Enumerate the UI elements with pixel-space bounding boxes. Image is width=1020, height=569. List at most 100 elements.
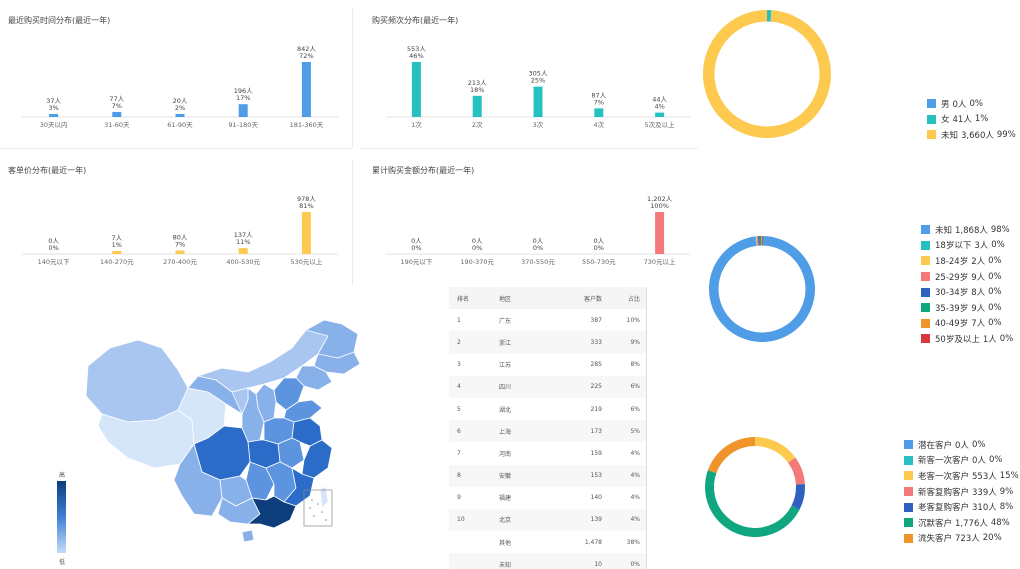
unit-price-chart: 0人0%140元以下7人1%140-270元80人7%270-400元137人1… [22, 195, 338, 266]
x-tick-label: 30天以内 [40, 120, 68, 129]
legend-label: 流失客户 [918, 534, 953, 545]
legend-label: 老客一次客户 [918, 471, 970, 482]
bar-percent-label: 46% [409, 52, 423, 60]
bar [301, 212, 311, 254]
x-tick-label: 4次 [593, 120, 604, 129]
cell-region: 未知 [499, 561, 512, 569]
cell-percentage: 5% [630, 427, 640, 435]
legend-item[interactable]: 新客复购客户 339人 9% [904, 484, 1019, 500]
cumulative-amount-panel: 累计购买金额分布(最近一年) 0人 0% 190元以下 0人 0% 190-370元 0人 0… [364, 150, 704, 285]
cell-percentage: 4% [630, 516, 640, 524]
legend-item[interactable]: 老客复购客户 310人 8% [904, 499, 1019, 515]
legend-item[interactable]: 18岁以下 3人 0% [921, 238, 1013, 254]
purchase-frequency-panel: 购买频次分布(最近一年) 553人 46% 1次 213人 18% 2次 305人 25% 3次… [364, 0, 704, 148]
cell-region: 北京 [499, 517, 512, 525]
cell-customer-count: 219 [590, 405, 602, 413]
cell-customer-count: 285 [590, 361, 602, 369]
cell-rank: 7 [457, 449, 461, 457]
legend-label: 35-39岁 [935, 303, 969, 314]
donut-slice [703, 10, 831, 139]
legend-percent: 0% [988, 255, 1002, 266]
legend-item[interactable]: 沉默客户 1,776人 48% [904, 515, 1019, 531]
legend-item[interactable]: 40-49岁 7人 0% [921, 316, 1013, 332]
bar-percent-label: 7% [175, 241, 185, 249]
legend-percent: 8% [999, 502, 1014, 513]
legend-item[interactable]: 未知 1,868人 98% [921, 222, 1013, 238]
gender-donut-chart [703, 10, 831, 139]
bar [411, 62, 421, 117]
cell-rank: 6 [457, 427, 461, 435]
legend-count: 1,776人 [955, 518, 988, 529]
cell-customer-count: 159 [590, 449, 602, 457]
donut-slice [788, 457, 805, 485]
region-ranking-table: 排名 地区 客户数 占比 1 广东 387 10% 2 浙江 333 9% 3 江苏 285 8% 4 四… [449, 287, 646, 569]
legend-item[interactable]: 50岁及以上 1人 0% [921, 331, 1013, 347]
legend-item[interactable]: 男 0人 0% [927, 96, 1016, 112]
legend-item[interactable]: 女 41人 1% [927, 112, 1016, 128]
legend-item[interactable]: 流失客户 723人 20% [904, 531, 1019, 547]
donut-slice [791, 484, 805, 510]
legend-swatch [904, 502, 913, 512]
x-tick-label: 400-530元 [226, 258, 260, 266]
cell-region: 河南 [499, 450, 512, 458]
x-tick-label: 530元以上 [290, 257, 322, 266]
x-tick-label: 190元以下 [400, 258, 432, 266]
cell-percentage: 10% [626, 316, 640, 324]
legend-item[interactable]: 25-29岁 9人 0% [921, 269, 1013, 285]
legend-label: 新客复购客户 [918, 487, 970, 498]
table-row: 7 河南 159 4% [449, 442, 646, 464]
legend-item[interactable]: 18-24岁 2人 0% [921, 253, 1013, 269]
recent-purchase-chart: 37人3%30天以内77人7%31-60天20人2%61-90天196人17%9… [22, 45, 338, 129]
legend-count: 8人 [971, 288, 986, 299]
bar-percent-label: 2% [175, 104, 185, 112]
legend-percent: 0% [969, 98, 983, 109]
cell-region: 安徽 [499, 473, 512, 481]
legend-item[interactable]: 潜在客户 0人 0% [904, 437, 1019, 453]
cell-region: 四川 [499, 384, 512, 392]
table-header-row: 排名 地区 客户数 占比 [449, 287, 646, 310]
x-tick-label: 140元以下 [38, 258, 70, 266]
cell-rank: 10 [457, 516, 465, 524]
legend-label: 潜在客户 [918, 440, 953, 451]
legend-label: 50岁及以上 [935, 334, 980, 345]
header-region: 地区 [499, 295, 512, 303]
legend-swatch [921, 287, 930, 297]
legend-label: 40-49岁 [935, 319, 969, 330]
cell-customer-count: 153 [590, 472, 602, 480]
legend-percent: 0% [988, 271, 1002, 282]
legend-item[interactable]: 未知 3,660人 99% [927, 127, 1016, 143]
legend-count: 1人 [982, 334, 997, 345]
legend-count: 0人 [952, 99, 967, 110]
cell-customer-count: 387 [590, 316, 602, 324]
cell-percentage: 38% [626, 538, 640, 546]
legend-count: 41人 [952, 115, 972, 126]
cell-customer-count: 333 [590, 338, 602, 346]
legend-item[interactable]: 30-34岁 8人 0% [921, 284, 1013, 300]
bar [238, 248, 248, 254]
legend-label: 沉默客户 [918, 518, 953, 529]
map-region-taiwan [319, 485, 329, 509]
cell-percentage: 4% [630, 449, 640, 457]
legend-item[interactable]: 35-39岁 9人 0% [921, 300, 1013, 316]
legend-label: 男 [941, 99, 950, 110]
table-row: 1 广东 387 10% [449, 309, 646, 331]
table-row: 其他 1,478 38% [449, 531, 646, 553]
legend-count: 310人 [972, 503, 997, 514]
legend-item[interactable]: 老客一次客户 553人 15% [904, 468, 1019, 484]
legend-percent: 0% [988, 287, 1002, 298]
legend-swatch [904, 471, 913, 481]
legend-percent: 1% [974, 114, 989, 125]
bar-percent-label: 0% [533, 244, 543, 252]
x-tick-label: 61-90天 [167, 121, 193, 129]
legend-swatch [904, 440, 913, 450]
legend-count: 9人 [971, 272, 986, 283]
map-scale-low-label: 低 [59, 559, 66, 566]
bar [655, 212, 665, 254]
bar-percent-label: 7% [112, 102, 122, 110]
cell-rank: 3 [457, 361, 461, 369]
legend-item[interactable]: 新客一次客户 0人 0% [904, 453, 1019, 469]
legend-label: 老客复购客户 [918, 503, 970, 514]
legend-count: 0人 [955, 440, 969, 451]
legend-swatch [927, 130, 936, 140]
table-row: 4 四川 225 6% [449, 375, 646, 398]
